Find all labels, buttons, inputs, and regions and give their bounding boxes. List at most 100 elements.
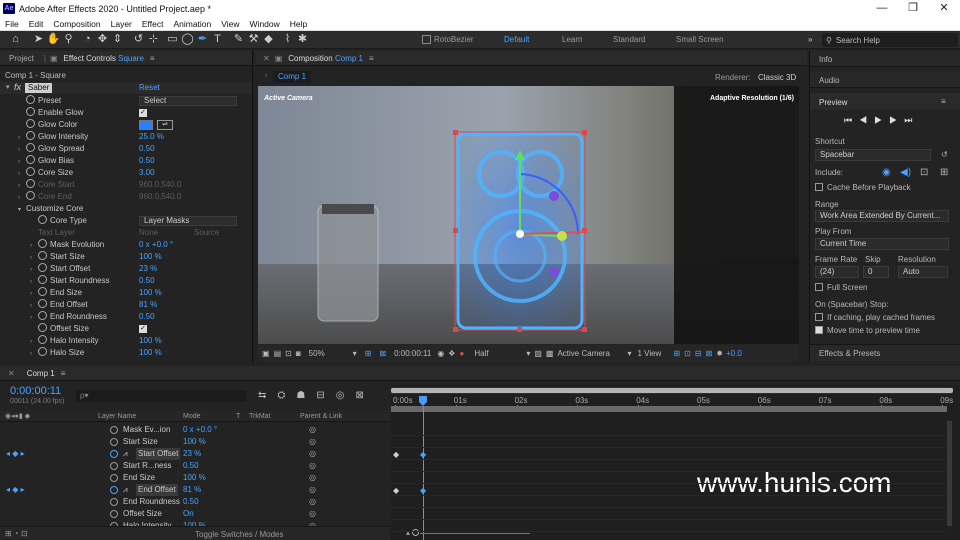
property-dropdown[interactable]: Source [194,227,219,239]
menu-window[interactable]: Window [245,19,285,29]
workspace-standard[interactable]: Standard [613,35,645,44]
stopwatch-icon[interactable] [38,215,47,225]
resolution-dropdown[interactable]: Auto [898,266,948,278]
draft-3d-icon[interactable]: ⛭ [277,390,296,401]
track-row[interactable] [391,460,947,472]
exposure-value[interactable]: +0.0 [726,349,742,358]
comp-mini-flowchart-icon[interactable]: ⇆ [258,390,277,401]
graph-icon[interactable]: ⩘ [123,448,128,460]
brush-tool-icon[interactable]: ✎ [231,32,246,47]
effect-property-row[interactable]: Glow Color ⇌ [0,119,252,131]
timeline-property-row[interactable]: Start Size 100 % ◎ [0,436,390,448]
property-dropdown[interactable]: Select [139,96,237,106]
color-channels-icon[interactable]: ● [459,349,464,358]
property-checkbox[interactable]: ✓ [139,325,147,333]
timeline-property-row[interactable]: Mask Ev...ion 0 x +0.0 ° ◎ [0,424,390,436]
stopwatch-icon[interactable] [38,323,47,333]
preview-toggle-icon[interactable]: ▣ [262,349,270,358]
timeline-property-row[interactable]: End Roundness 0.50 ◎ [0,496,390,508]
stopwatch-icon[interactable] [38,251,47,261]
pick-whip-icon[interactable]: ◎ [309,496,316,508]
safe-margins-icon[interactable]: ⊡ [285,349,292,358]
last-frame-icon[interactable]: ⏭ [904,115,919,125]
resolution-dropdown[interactable]: Half [474,349,522,358]
timeline-property-value[interactable]: On [183,508,194,520]
stopwatch-icon[interactable] [26,179,35,189]
property-value[interactable]: 0.50 [139,311,155,323]
pick-whip-icon[interactable]: ◎ [309,424,316,436]
workspace-more-button[interactable]: » [808,35,812,44]
stopwatch-icon[interactable] [110,510,118,518]
effect-property-row[interactable]: › Halo Intensity 100 % [0,335,252,347]
pick-whip-icon[interactable]: ◎ [309,484,316,496]
stopwatch-icon[interactable] [26,107,35,117]
property-value[interactable]: 81 % [139,299,157,311]
effect-property-row[interactable]: Preset Select [0,95,252,107]
flowchart-arrow-icon[interactable]: › [265,72,271,82]
tab-project[interactable]: Project [0,54,40,63]
clone-stamp-icon[interactable]: ⚒ [246,32,261,47]
effect-property-row[interactable]: › Glow Spread 0.50 [0,143,252,155]
zoom-dropdown-arrow-icon[interactable]: ▾ [353,349,357,358]
column-t[interactable]: T [236,413,240,420]
property-value[interactable]: 960.0,540.0 [139,191,181,203]
effect-property-row[interactable]: › Core Size 3.00 [0,167,252,179]
audio-header[interactable]: Audio [810,72,960,88]
dolly-camera-icon[interactable]: ⇕ [110,32,125,47]
close-tab-icon[interactable]: ✕ [8,369,15,378]
show-snapshot-icon[interactable]: ❖ [448,349,455,358]
menu-edit[interactable]: Edit [24,19,49,29]
property-value[interactable]: 0.50 [139,143,155,155]
property-dropdown[interactable]: Layer Masks [139,216,237,226]
reset-exposure-icon[interactable]: ✹ [716,349,723,358]
footer-toggle-icons[interactable]: ⊞ ◔ ⊡ [5,529,28,538]
glow-color-swatch[interactable] [139,120,153,130]
column-parent-link[interactable]: Parent & Link [300,413,342,420]
timeline-property-row[interactable]: End Size 100 % ◎ [0,472,390,484]
track-row[interactable]: ◆ ◆ [391,448,947,460]
effect-property-row[interactable]: › End Roundness 0.50 [0,311,252,323]
work-area-bar[interactable] [391,406,947,412]
hand-tool-icon[interactable]: ✋ [46,32,61,47]
timeline-property-value[interactable]: 81 % [183,484,201,496]
composition-viewer[interactable]: Active Camera Adaptive Resolution (1/6) [258,86,799,344]
graph-icon[interactable]: ⩘ [123,484,128,496]
maximize-button[interactable]: ❐ [898,0,928,17]
close-button[interactable]: ✕ [929,0,959,17]
renderer-value[interactable]: Classic 3D [758,73,796,82]
range-dropdown[interactable]: Work Area Extended By Current... [815,210,949,222]
rectangle-tool-icon[interactable]: ▭ [165,32,180,47]
effect-property-row[interactable]: › Glow Intensity 25.0 % [0,131,252,143]
stopwatch-icon[interactable] [38,311,47,321]
stopwatch-icon[interactable] [38,263,47,273]
reset-link[interactable]: Reset [139,83,160,92]
stopwatch-icon[interactable] [26,131,35,141]
viewer-options-icon[interactable]: ▤ [274,349,282,358]
close-tab-icon[interactable]: ✕ [263,54,270,63]
tab-effect-controls[interactable]: Effect Controls Square [58,54,150,63]
ellipse-tool-icon[interactable]: ◯ [180,32,195,47]
effect-property-row[interactable]: Offset Size ✓ [0,323,252,335]
move-time-checkbox[interactable] [815,326,823,334]
track-row[interactable] [391,496,947,508]
camera-view-dropdown[interactable]: Active Camera [557,349,623,358]
mask-vertex[interactable] [453,228,458,233]
flowchart-icon[interactable]: ⊠ [706,349,713,358]
anchor-point[interactable] [516,230,524,238]
roto-brush-icon[interactable]: ⌇ [280,32,295,47]
menu-layer[interactable]: Layer [106,19,137,29]
pan-behind-icon[interactable]: ⊹ [146,32,161,47]
minimize-button[interactable]: — [867,0,897,17]
workspace-default[interactable]: Default [504,35,529,44]
workspace-small-screen[interactable]: Small Screen [676,35,724,44]
fx-icon[interactable]: fx [14,82,21,92]
play-from-dropdown[interactable]: Current Time [815,238,949,250]
tab-comp-1[interactable]: Comp 1 [15,369,61,378]
stopwatch-icon[interactable] [110,450,118,458]
stopwatch-icon[interactable] [110,474,118,482]
zoom-slider-track[interactable] [420,533,530,534]
draft-3d-icon[interactable]: ⊡ [684,349,691,358]
skip-dropdown[interactable]: 0 [863,266,889,278]
timeline-property-value[interactable]: 0.50 [183,460,199,472]
viewer-timecode[interactable]: 0:00:00:11 [394,349,431,358]
